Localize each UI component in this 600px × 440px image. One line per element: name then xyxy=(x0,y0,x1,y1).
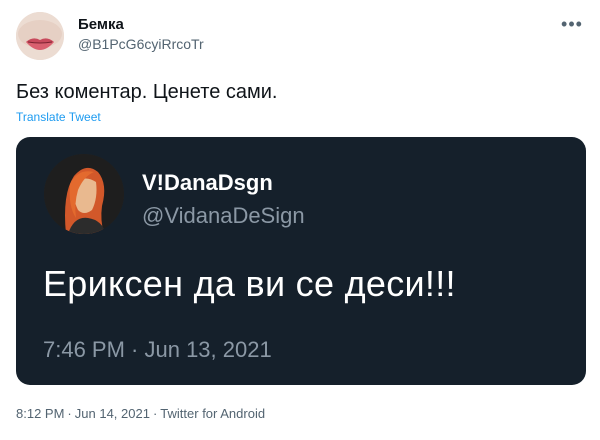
author-display-name[interactable]: Бемка xyxy=(78,16,204,34)
quoted-timestamp[interactable]: 7:46 PM · Jun 13, 2021 xyxy=(43,336,272,364)
quoted-tweet[interactable]: V!DanaDsgn @VidanaDeSign Ериксен да ви с… xyxy=(16,137,586,385)
meta-separator: · xyxy=(152,406,158,421)
more-horizontal-icon: ••• xyxy=(561,14,583,34)
quoted-display-name[interactable]: V!DanaDsgn xyxy=(142,170,273,196)
tweet-text: Без коментар. Ценете сами. xyxy=(16,81,278,103)
author-names: Бемка @B1PcG6cyiRrcoTr xyxy=(78,16,204,54)
tweet-time[interactable]: 8:12 PM xyxy=(16,406,64,421)
avatar-lips-image xyxy=(16,12,64,60)
tweet-date[interactable]: Jun 14, 2021 xyxy=(75,406,150,421)
avatar[interactable] xyxy=(16,12,64,60)
quoted-text: Ериксен да ви се деси!!! xyxy=(43,263,456,304)
tweet-client[interactable]: Twitter for Android xyxy=(160,406,265,421)
quoted-avatar-portrait-image xyxy=(44,154,124,234)
tweet-header: Бемка @B1PcG6cyiRrcoTr ••• xyxy=(16,12,584,62)
tweet-card: Бемка @B1PcG6cyiRrcoTr ••• Без коментар.… xyxy=(0,0,600,440)
meta-separator: · xyxy=(67,406,72,421)
quoted-avatar[interactable] xyxy=(44,154,124,234)
quoted-handle[interactable]: @VidanaDeSign xyxy=(142,203,305,229)
more-options-button[interactable]: ••• xyxy=(560,15,584,38)
author-handle[interactable]: @B1PcG6cyiRrcoTr xyxy=(78,34,204,54)
tweet-meta: 8:12 PM · Jun 14, 2021 · Twitter for Android xyxy=(16,406,265,422)
translate-tweet-link[interactable]: Translate Tweet xyxy=(16,110,101,124)
